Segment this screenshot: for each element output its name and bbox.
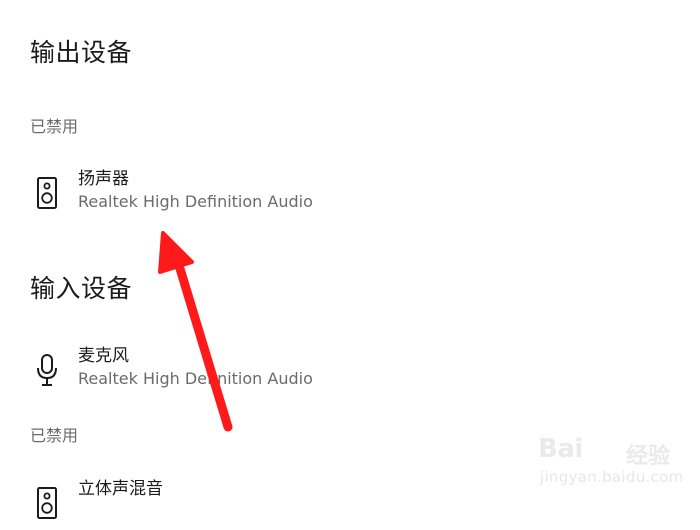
device-description: Realtek High Definition Audio xyxy=(78,369,313,388)
watermark-logo: Bai xyxy=(538,434,583,464)
input-devices-title: 输入设备 xyxy=(30,274,133,303)
input-disabled-label: 已禁用 xyxy=(30,426,79,445)
device-name: 麦克风 xyxy=(78,346,129,366)
output-devices-title: 输出设备 xyxy=(30,38,133,67)
watermark-brand: 经验 xyxy=(626,444,671,469)
speaker-icon xyxy=(34,486,60,520)
device-microphone[interactable]: 麦克风 Realtek High Definition Audio xyxy=(28,345,448,397)
annotation-arrow xyxy=(158,231,233,432)
device-description: Realtek High Definition Audio xyxy=(78,192,313,211)
device-name: 扬声器 xyxy=(78,169,129,189)
watermark-url: jingyan.baidu.com xyxy=(540,468,684,486)
device-stereo-mix[interactable]: 立体声混音 xyxy=(28,478,448,530)
output-disabled-label: 已禁用 xyxy=(30,117,79,136)
baidu-watermark: Bai 经验 jingyan.baidu.com xyxy=(538,432,688,492)
device-speaker[interactable]: 扬声器 Realtek High Definition Audio xyxy=(28,168,448,220)
device-name: 立体声混音 xyxy=(78,479,163,499)
speaker-icon xyxy=(34,176,60,210)
microphone-icon xyxy=(34,353,60,387)
